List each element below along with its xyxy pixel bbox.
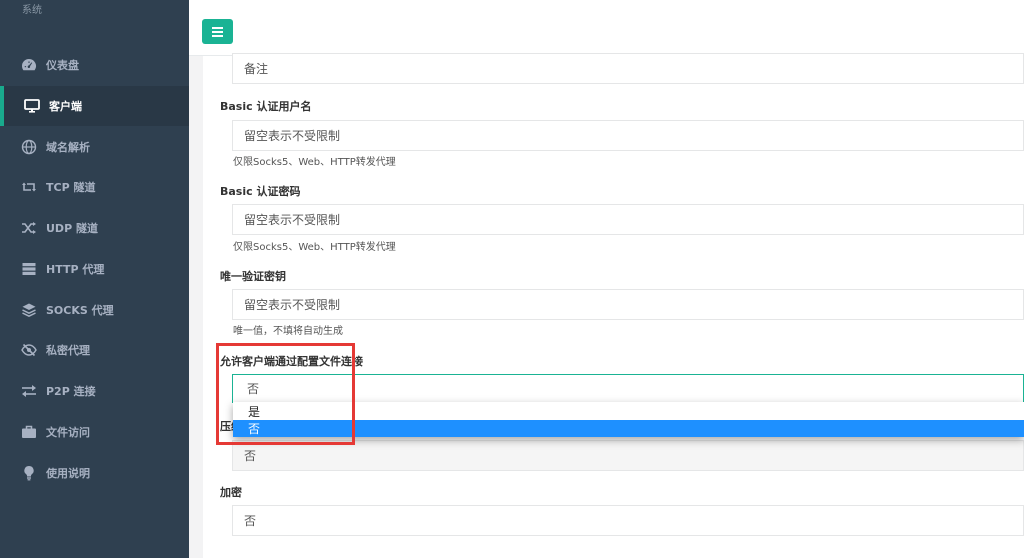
unique-key-help: 唯一值，不填将自动生成 [233,326,343,337]
sidebar-item-label: 文件访问 [46,426,90,439]
sidebar-item-label: 私密代理 [46,344,90,357]
basic-auth-user-help: 仅限Socks5、Web、HTTP转发代理 [233,157,396,168]
exchange-icon [21,383,37,399]
sidebar-item-label: 仪表盘 [46,59,79,72]
basic-auth-user-label: Basic 认证用户名 [220,100,312,113]
encrypt-label: 加密 [220,486,242,499]
server-icon [21,261,37,277]
sidebar: 系统 仪表盘 客户端 域名解析 TCP 隧道 UDP 隧道 HTTP 代理 SO… [0,0,189,558]
briefcase-icon [21,424,37,440]
sidebar-item-udp[interactable]: UDP 隧道 [0,208,189,248]
basic-auth-pass-input[interactable]: 留空表示不受限制 [232,204,1024,235]
sidebar-item-p2p[interactable]: P2P 连接 [0,371,189,411]
hamburger-icon [212,26,223,37]
remark-input[interactable]: 备注 [232,53,1024,84]
shuffle-icon [21,220,37,236]
sidebar-item-label: SOCKS 代理 [46,304,114,317]
sidebar-item-socks[interactable]: SOCKS 代理 [0,290,189,330]
top-navbar [189,0,1024,56]
sidebar-item-label: TCP 隧道 [46,181,96,194]
menu-toggle-button[interactable] [202,19,233,44]
dashboard-icon [21,57,37,73]
eye-slash-icon [21,342,37,358]
sidebar-item-dashboard[interactable]: 仪表盘 [0,45,189,85]
unique-key-label: 唯一验证密钥 [220,270,286,283]
retweet-icon [21,179,37,195]
basic-auth-pass-label: Basic 认证密码 [220,185,301,198]
sidebar-item-label: HTTP 代理 [46,263,105,276]
lightbulb-icon [21,465,37,481]
sidebar-item-help[interactable]: 使用说明 [0,453,189,493]
sidebar-item-label: 客户端 [49,100,82,113]
sidebar-item-clients[interactable]: 客户端 [0,86,189,126]
sidebar-item-http[interactable]: HTTP 代理 [0,249,189,289]
sidebar-item-private[interactable]: 私密代理 [0,330,189,370]
annotation-highlight-box [216,343,355,445]
basic-auth-pass-help: 仅限Socks5、Web、HTTP转发代理 [233,242,396,253]
unique-key-input[interactable]: 留空表示不受限制 [232,289,1024,320]
sidebar-item-label: 使用说明 [46,467,90,480]
sidebar-item-label: P2P 连接 [46,385,96,398]
layers-icon [21,302,37,318]
sidebar-item-label: 域名解析 [46,141,90,154]
basic-auth-user-input[interactable]: 留空表示不受限制 [232,120,1024,151]
encrypt-select[interactable]: 否 [232,505,1024,536]
sidebar-item-dns[interactable]: 域名解析 [0,127,189,167]
sidebar-item-files[interactable]: 文件访问 [0,412,189,452]
sidebar-item-label: UDP 隧道 [46,222,98,235]
globe-icon [21,139,37,155]
sidebar-item-tcp[interactable]: TCP 隧道 [0,167,189,207]
sidebar-system-label: 系统 [22,5,42,16]
monitor-icon [24,98,40,114]
